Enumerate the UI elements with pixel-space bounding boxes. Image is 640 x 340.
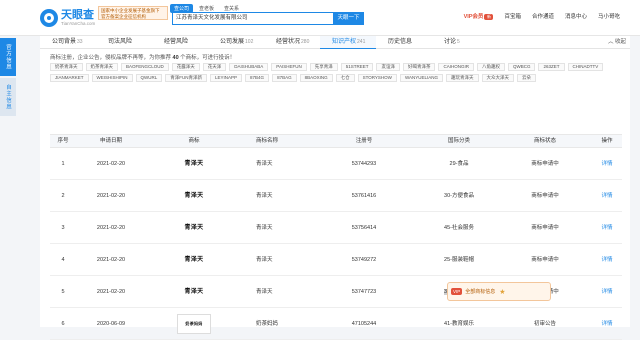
logo-url: TianYanCha.com: [61, 21, 96, 26]
table-row: 3 2021-02-20 青泽天 青泽天 53756414 45-社会服务 商标…: [50, 212, 622, 244]
chip[interactable]: 奶茶青泽天: [50, 63, 83, 71]
nav-cooperate[interactable]: 合作通道: [532, 12, 554, 20]
col-op: 操作: [601, 138, 613, 144]
logo[interactable]: 天眼查 TianYanCha.com: [40, 7, 95, 29]
chip[interactable]: 七仓: [335, 74, 355, 82]
vip-badge: VIP: [451, 288, 463, 295]
chip[interactable]: 先享青泽: [309, 63, 338, 71]
col-class: 国际分类: [447, 138, 470, 144]
table-row: 1 2021-02-20 青泽天 青泽天 53744293 29-食品 商标申请…: [50, 148, 622, 180]
side-tab-self[interactable]: 自主信息: [0, 78, 16, 116]
collapse-button[interactable]: ︿ 收起: [608, 36, 626, 49]
nav-vip[interactable]: VIP会员新: [464, 12, 494, 20]
nav-baibao[interactable]: 百宝箱: [504, 12, 521, 20]
nav-user[interactable]: 马小哥吃: [598, 12, 620, 20]
brand-chip-list: 奶茶青泽天 奶茶青泽天 BAOFENGCLOUD 花露泽天 花天泽 DAISHU…: [50, 63, 620, 82]
chip[interactable]: WANYUELIANG: [399, 74, 444, 82]
trademark-image[interactable]: 青泽天: [177, 217, 211, 238]
chip[interactable]: CHINADTTV: [567, 63, 604, 71]
chip[interactable]: 花露泽天: [171, 63, 200, 71]
tab-discussion[interactable]: 讨论5: [432, 36, 488, 49]
chip[interactable]: STORYSHOW: [357, 74, 397, 82]
chip[interactable]: 八角趣权: [476, 63, 505, 71]
chip[interactable]: LEYINAPP: [210, 74, 243, 82]
chip[interactable]: 友谊泽: [376, 63, 400, 71]
chip[interactable]: 花天泽: [202, 63, 227, 71]
chip[interactable]: 87BAG: [272, 74, 297, 82]
logo-title: 天眼查: [61, 9, 94, 21]
table-row: 4 2021-02-20 青泽天 青泽天 53749272 25-服装鞋帽 商标…: [50, 244, 622, 276]
detail-link[interactable]: 详情: [592, 180, 622, 211]
chip[interactable]: 大众大泽天: [481, 74, 515, 82]
chip[interactable]: 8BAOXING: [299, 74, 333, 82]
table-row: 2 2021-02-20 青泽天 青泽天 53761416 30-方便食品 商标…: [50, 180, 622, 212]
eye-logo-icon: [40, 9, 58, 27]
chip[interactable]: 263ZET: [538, 63, 565, 71]
trademark-image[interactable]: 奶茶妈妈: [177, 313, 211, 334]
recommend-text: 商标注册，企业公告，侵权品牌不再等，为你推荐 40 个商标，可进行投诉！: [50, 55, 236, 61]
chip[interactable]: CAIHONGIR: [438, 63, 474, 71]
chip[interactable]: DAISHUBABA: [229, 63, 269, 71]
trademark-image[interactable]: 青泽天: [177, 249, 211, 270]
detail-link[interactable]: 详情: [592, 212, 622, 243]
top-nav: VIP会员新 百宝箱 合作通道 消息中心 马小哥吃: [464, 12, 620, 20]
side-tabs: 官方信息 自主信息: [0, 38, 16, 118]
chip[interactable]: 好喝青泽茶: [402, 63, 436, 71]
chip[interactable]: JIANMARKET: [50, 74, 89, 82]
col-no: 序号: [57, 138, 69, 144]
col-logo: 商标: [188, 138, 200, 144]
tab-history[interactable]: 历史信息: [376, 36, 432, 49]
detail-link[interactable]: 详情: [592, 244, 622, 275]
new-badge: 新: [484, 14, 494, 20]
chip[interactable]: 51STREET: [340, 63, 374, 71]
trademark-image[interactable]: 青泽天: [177, 281, 211, 302]
float-banner-text: 全部商标信息: [465, 289, 496, 295]
col-name: 商标名称: [256, 138, 279, 144]
side-tab-official[interactable]: 官方信息: [0, 38, 16, 76]
official-notice-badge[interactable]: 国家中小企业发展子基金旗下 官方备案企业征信机构: [98, 6, 168, 20]
col-status: 商标状态: [533, 138, 556, 144]
tab-legal-risk[interactable]: 司法风险: [96, 36, 152, 49]
trademark-table: 序号 申请日期 商标 商标名称 注册号 国际分类 商标状态 操作 1 2021-…: [50, 134, 622, 340]
chip[interactable]: BAOFENGCLOUD: [121, 63, 169, 71]
tab-ip[interactable]: 知识产权241: [320, 36, 376, 49]
chip[interactable]: WEISHISHIPIN: [91, 74, 133, 82]
search-button[interactable]: 天眼一下: [333, 12, 364, 25]
trademark-image[interactable]: 青泽天: [177, 185, 211, 206]
nav-message[interactable]: 消息中心: [565, 12, 587, 20]
vip-float-banner[interactable]: VIP 全部商标信息 ★: [447, 282, 551, 301]
star-icon: ★: [499, 288, 506, 296]
detail-link[interactable]: 详情: [592, 276, 622, 307]
col-reg: 注册号: [355, 138, 373, 144]
tab-background[interactable]: 公司背景33: [40, 36, 96, 49]
tab-development[interactable]: 公司发展102: [208, 36, 264, 49]
trademark-image[interactable]: 青泽天: [177, 153, 211, 174]
top-header: 天眼查 TianYanCha.com 国家中小企业发展子基金旗下 官方备案企业征…: [0, 0, 640, 36]
chip[interactable]: QWBCG: [507, 63, 536, 71]
chip[interactable]: PAISHEFUN: [271, 63, 307, 71]
tab-operations[interactable]: 经营状况280: [264, 36, 320, 49]
table-row: 6 2020-06-09 奶茶妈妈 奶茶妈妈 47105244 41-教育娱乐 …: [50, 308, 622, 340]
detail-link[interactable]: 详情: [592, 148, 622, 179]
chip[interactable]: 趣玩青泽天: [446, 74, 479, 82]
chip[interactable]: 奶茶青泽天: [85, 63, 118, 71]
table-header: 序号 申请日期 商标 商标名称 注册号 国际分类 商标状态 操作: [50, 134, 622, 148]
chip[interactable]: 87B4G: [245, 74, 270, 82]
detail-link[interactable]: 详情: [592, 308, 622, 339]
chevron-up-icon: ︿: [607, 39, 614, 45]
section-tabs: 公司背景33 司法风险 经营风险 公司发展102 经营状况280 知识产权241…: [40, 36, 630, 49]
col-date: 申请日期: [99, 138, 122, 144]
chip[interactable]: 青泽FUN青泽新: [165, 74, 208, 82]
chip[interactable]: 云朵: [517, 74, 537, 82]
chip[interactable]: QWURL: [135, 74, 163, 82]
tab-operating-risk[interactable]: 经营风险: [152, 36, 208, 49]
